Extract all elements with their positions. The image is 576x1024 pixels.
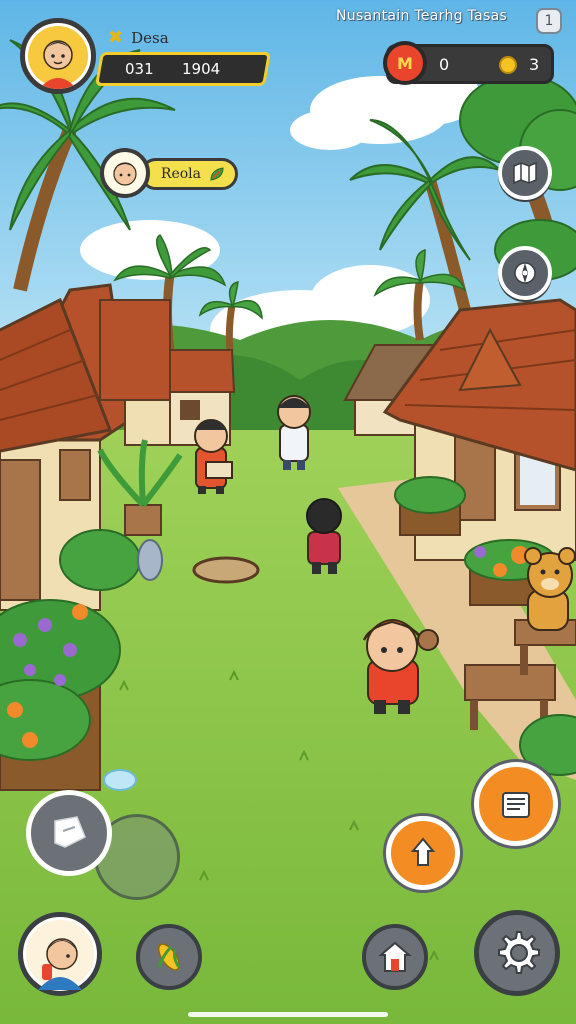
medal-value: 0 [439, 55, 450, 74]
chat-bubble-icon [54, 816, 86, 848]
top-corner-button[interactable]: 1 [536, 8, 562, 34]
player-stats-bar: 031 1904 [95, 52, 271, 86]
scroll-icon [502, 792, 530, 818]
bear-npc [524, 547, 576, 631]
medal-glyph: M [397, 53, 413, 73]
leaf-icon [210, 167, 224, 181]
house-icon [378, 941, 412, 972]
player-name-row: ✖ Desa [108, 26, 169, 50]
crops-button[interactable] [136, 924, 202, 990]
player-profile-card[interactable]: 031 1904 ✖ Desa [20, 18, 271, 98]
close-x-icon[interactable]: ✖ [108, 29, 123, 47]
villager-left [194, 419, 233, 494]
villager-walking [306, 498, 342, 574]
npc-avatar-portrait [105, 153, 145, 193]
villager-center [277, 395, 311, 470]
npc-name-pill: Reola [140, 158, 238, 190]
hand-pointer-icon [410, 837, 436, 866]
player-name: Desa [131, 29, 169, 47]
manhole-cover [192, 556, 260, 584]
settings-button[interactable] [474, 910, 560, 996]
home-indicator[interactable] [188, 1012, 388, 1017]
coin-value: 3 [529, 55, 540, 74]
chat-button[interactable] [26, 790, 112, 876]
player-avatar-portrait [28, 26, 88, 89]
medal-icon[interactable]: M [383, 41, 427, 85]
map-icon [513, 161, 537, 185]
compass-icon [514, 262, 536, 284]
player-avatar[interactable] [20, 18, 96, 94]
inventory-button[interactable] [474, 762, 558, 846]
coin-icon [499, 56, 517, 74]
settings-gear-icon [498, 931, 540, 974]
corn-icon [157, 943, 181, 971]
npc-name: Reola [160, 166, 201, 182]
player-stat-right: 1904 [181, 60, 220, 78]
player-stat-left: 031 [125, 60, 154, 78]
player-portrait-icon [26, 920, 94, 990]
house-button[interactable] [362, 924, 428, 990]
npc-avatar [100, 148, 150, 198]
npc-name-tag[interactable]: Reola [100, 148, 240, 198]
game-screen: 031 1904 ✖ Desa Reola Nusantain Tearhg T… [0, 0, 576, 1024]
interact-button[interactable] [386, 816, 460, 890]
currency-bar: M 0 3 [383, 41, 554, 85]
settings-side-button[interactable] [498, 246, 552, 300]
player-portrait-button[interactable] [18, 912, 102, 996]
map-button[interactable] [498, 146, 552, 200]
game-title: Nusantain Tearhg Tasas [336, 8, 508, 24]
